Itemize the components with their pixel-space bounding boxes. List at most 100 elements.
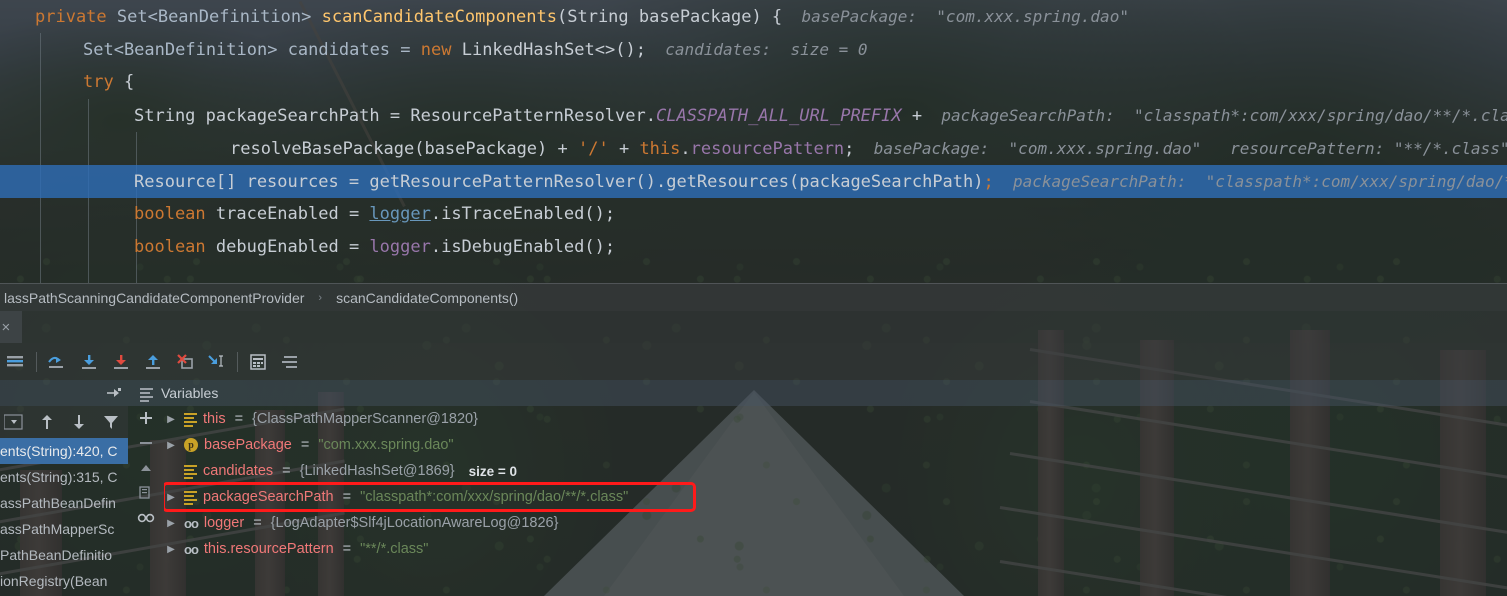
equals-sign: = [342, 541, 352, 557]
chevron-right-icon: › [318, 291, 323, 304]
code-token: scanCandidateComponents [321, 7, 557, 27]
frames-list[interactable]: ents(String):420, Cents(String):315, Cas… [0, 438, 128, 596]
frame-row[interactable]: ents(String):420, C [0, 438, 128, 464]
variables-side-toolbar[interactable] [128, 406, 164, 526]
show-execution-point-icon[interactable] [0, 346, 32, 378]
frame-row[interactable]: ionRegistry(Bean [0, 568, 128, 594]
add-watch-icon[interactable] [133, 409, 159, 426]
inspect-icon[interactable] [133, 509, 159, 526]
code-token: Set<BeanDefinition> [116, 7, 322, 27]
force-step-into-icon[interactable] [105, 346, 137, 378]
code-token: (String basePackage) { [557, 7, 783, 27]
evaluate-expression-icon[interactable] [242, 346, 274, 378]
static-oo-icon: oo [184, 541, 199, 557]
variable-row[interactable]: ▶candidates={LinkedHashSet@1869}size = 0 [164, 458, 1507, 484]
step-into-icon[interactable] [73, 346, 105, 378]
code-token: . [680, 139, 691, 159]
run-to-cursor-icon[interactable] [201, 346, 233, 378]
code-token: resolveBasePackage(basePackage) + [230, 139, 578, 159]
move-watch-up-icon[interactable] [133, 459, 159, 476]
copy-value-icon[interactable] [133, 484, 159, 501]
code-line[interactable]: try { [0, 66, 1507, 99]
code-token: LinkedHashSet<>(); [461, 40, 646, 60]
code-token: .isTraceEnabled(); [430, 204, 616, 224]
code-line[interactable]: boolean debugEnabled = logger.isDebugEna… [0, 231, 1507, 264]
breadcrumb[interactable]: lassPathScanningCandidateComponentProvid… [0, 283, 1507, 311]
frame-down-icon[interactable] [64, 408, 94, 436]
code-token: this [639, 139, 681, 159]
frame-row[interactable]: assPathMapperSc [0, 516, 128, 542]
code-line[interactable]: resolveBasePackage(basePackage) + '/' + … [0, 132, 1507, 165]
code-token: boolean [134, 237, 216, 257]
variable-value: {ClassPathMapperScanner@1820} [252, 411, 478, 427]
frame-row[interactable]: PathBeanDefinitio [0, 542, 128, 568]
expand-arrow-icon[interactable]: ▶ [164, 440, 178, 451]
frame-row[interactable]: ents(String):315, C [0, 464, 128, 490]
trace-current-stream-icon[interactable] [274, 346, 306, 378]
debugger-toolbar[interactable] [0, 343, 1507, 380]
variable-row-highlighted[interactable]: ▶ packageSearchPath = "classpath*:com/xxx/s… [164, 482, 696, 512]
variables-list[interactable]: ▶ this = {ClassPathMapperScanner@1820} ▶ p bas… [164, 406, 1507, 596]
variable-name: logger [203, 515, 245, 531]
code-token: boolean [134, 204, 216, 224]
variable-row[interactable]: ▶ oo logger = {LogAdapter$Slf4jLocationAware… [164, 510, 1507, 536]
inline-debug-hint: basePackage: "com.xxx.spring.dao" [782, 7, 1129, 26]
toolbar-divider [237, 351, 238, 372]
code-token: logger [369, 204, 431, 224]
debug-session-tab[interactable]: mo × [0, 311, 23, 343]
code-token: '/' [578, 139, 609, 159]
frame-row[interactable]: assPathBeanDefin [0, 490, 128, 516]
code-line[interactable]: Resource[] resources = getResourcePatter… [0, 165, 1507, 198]
code-token: + [608, 139, 640, 159]
inline-debug-hint: basePackage: "com.xxx.spring.dao" resour… [854, 139, 1507, 158]
static-oo-icon: oo [184, 515, 199, 531]
breadcrumb-class[interactable]: lassPathScanningCandidateComponentProvid… [0, 290, 308, 306]
frames-pane: ents(String):420, Cents(String):315, Cas… [0, 380, 128, 596]
code-token: ; [983, 172, 994, 192]
variable-size: size = 0 [468, 463, 518, 479]
variables-title: Variables [161, 385, 219, 401]
step-over-icon[interactable] [41, 346, 73, 378]
variables-header: Variables [128, 380, 1507, 406]
code-line[interactable]: Set<BeanDefinition> candidates = new Lin… [0, 33, 1507, 66]
variable-name: candidates [203, 463, 274, 479]
code-token: String packageSearchPath = ResourcePatte… [134, 106, 656, 126]
code-token: CLASSPATH_ALL_URL_PREFIX [655, 106, 902, 126]
code-line[interactable]: boolean traceEnabled = logger.isTraceEna… [0, 198, 1507, 231]
drop-frame-icon[interactable] [169, 346, 201, 378]
debug-panes: ents(String):420, Cents(String):315, Cas… [0, 380, 1507, 596]
variable-row[interactable]: ▶ p basePackage = "com.xxx.spring.dao" [164, 432, 1507, 458]
step-out-icon[interactable] [137, 346, 169, 378]
code-token: resourcePattern [690, 139, 845, 159]
variables-icon [140, 387, 153, 402]
equals-sign: = [234, 411, 244, 427]
code-token: traceEnabled = [215, 204, 370, 224]
inline-debug-hint: packageSearchPath: "classpath*:com/xxx/s… [1013, 172, 1507, 191]
remove-watch-icon[interactable] [133, 434, 159, 451]
code-token: try [83, 72, 124, 92]
code-line[interactable]: String packageSearchPath = ResourcePatte… [0, 99, 1507, 132]
variable-row[interactable]: ▶ oo this.resourcePattern = "**/*.class" [164, 536, 1507, 562]
code-line[interactable]: private Set<BeanDefinition> scanCandidat… [0, 0, 1507, 33]
filter-frames-icon[interactable] [96, 408, 126, 436]
code-editor[interactable]: private Set<BeanDefinition> scanCandidat… [0, 0, 1507, 283]
close-icon[interactable]: × [1, 319, 10, 336]
debug-tool-window: mo × [0, 311, 1507, 596]
thread-selector-dropdown[interactable] [0, 408, 30, 436]
code-token: logger [369, 237, 431, 257]
expand-arrow-icon[interactable]: ▶ [164, 544, 178, 555]
expand-arrow-icon[interactable]: ▶ [164, 518, 178, 529]
frames-header [0, 380, 128, 406]
expand-arrow-icon[interactable]: ▶ [164, 414, 178, 425]
variable-name: this [203, 411, 226, 427]
expand-arrow-icon[interactable]: ▶ [164, 492, 178, 503]
variable-value: {LogAdapter$Slf4jLocationAwareLog@1826} [270, 515, 559, 531]
variable-name: packageSearchPath [203, 489, 334, 505]
breadcrumb-method[interactable]: scanCandidateComponents() [332, 290, 522, 306]
frame-up-icon[interactable] [32, 408, 62, 436]
variable-row[interactable]: ▶ this = {ClassPathMapperScanner@1820} [164, 406, 1507, 432]
frames-toolbar[interactable] [0, 406, 128, 438]
code-token: ; [844, 139, 855, 159]
variable-value: "**/*.class" [360, 541, 429, 557]
code-token: + [901, 106, 923, 126]
